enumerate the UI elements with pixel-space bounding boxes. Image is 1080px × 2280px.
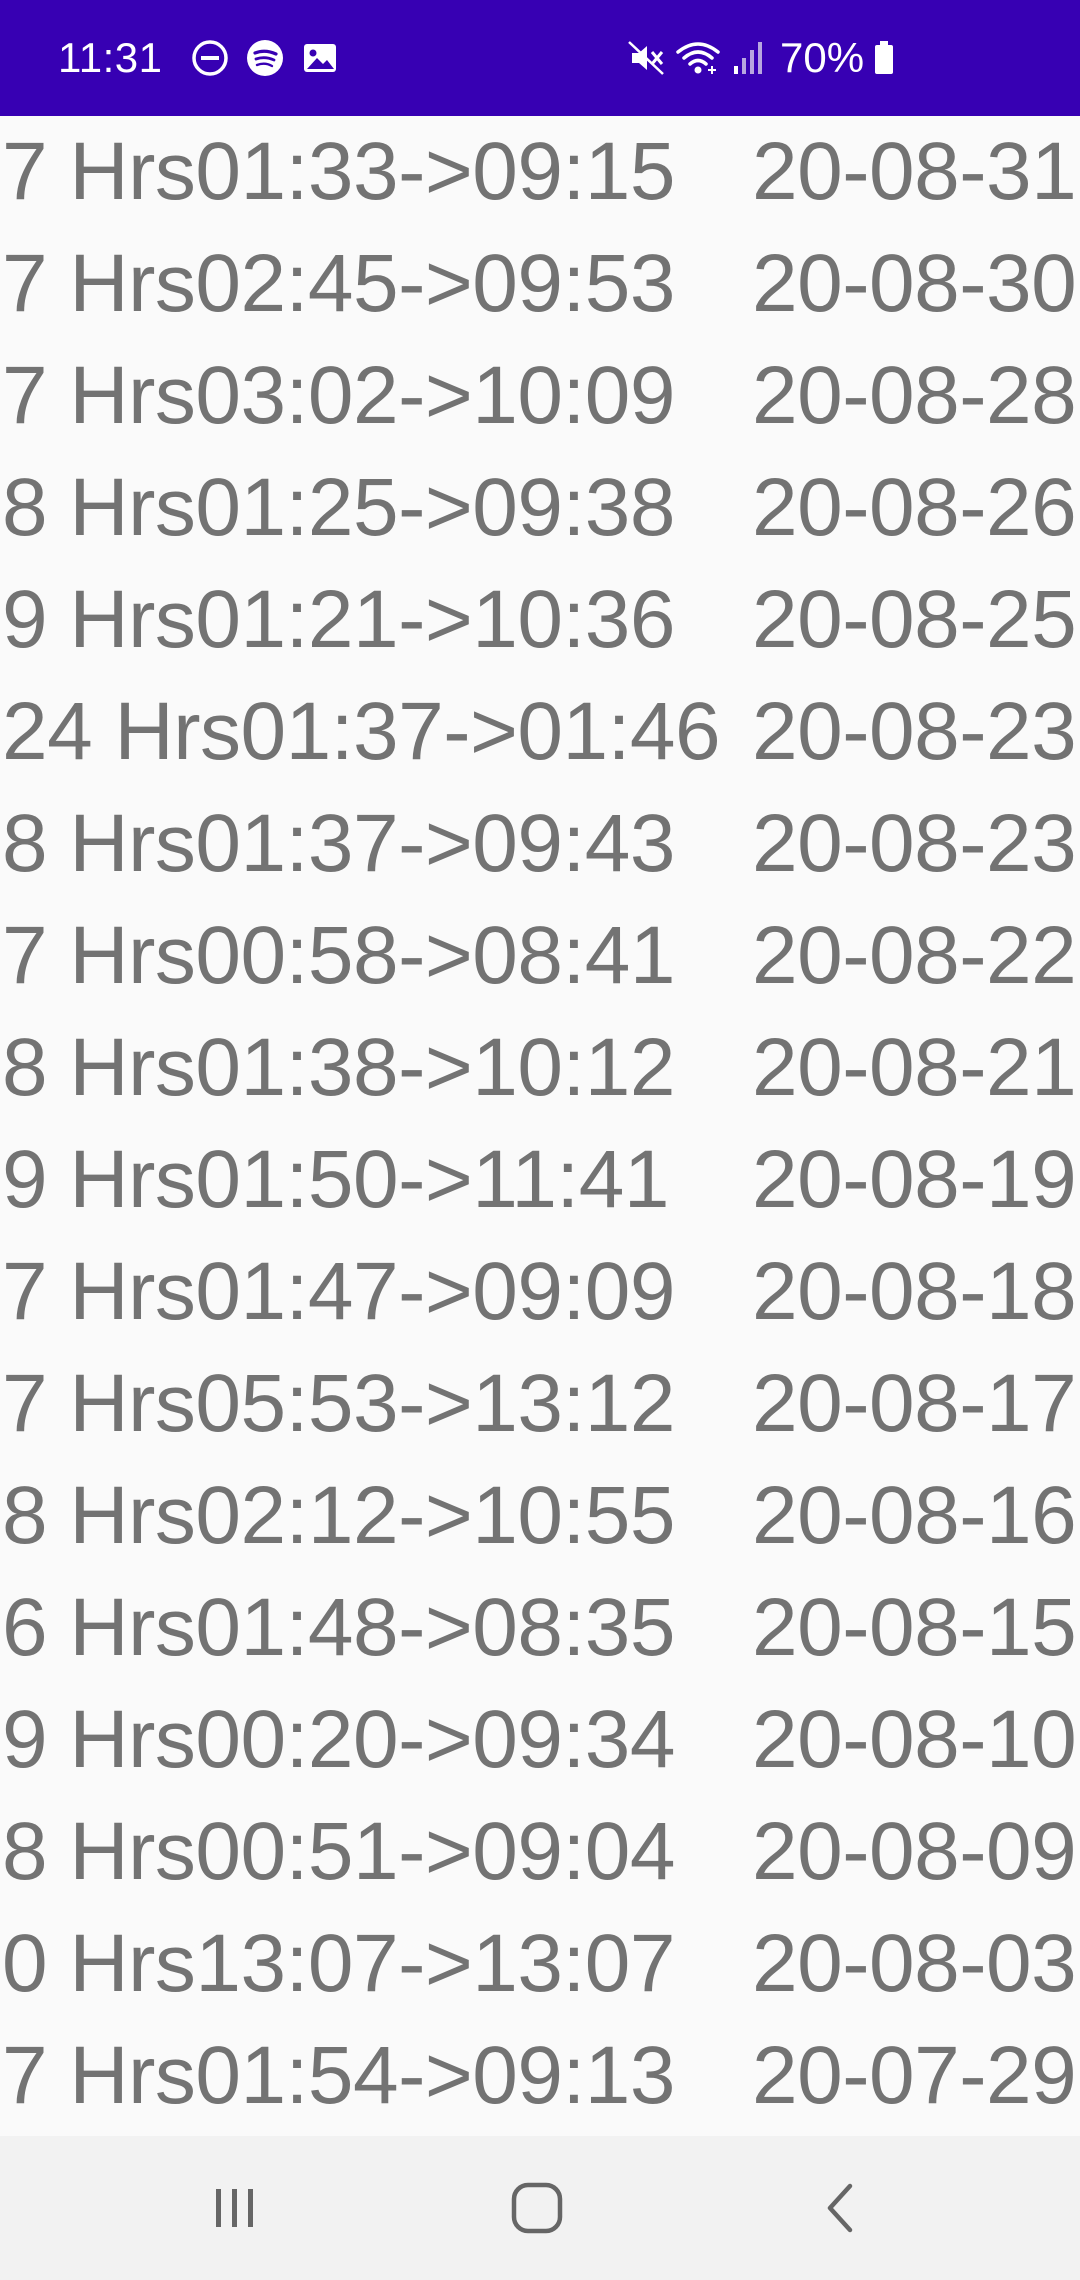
home-button[interactable] — [457, 2136, 617, 2280]
status-left: 11:31 — [58, 0, 339, 116]
sleep-duration-text: 7 Hrs05:53->13:12 — [2, 1358, 676, 1449]
status-time: 11:31 — [58, 34, 163, 81]
sleep-log-list[interactable]: 7 Hrs01:33->09:15 20-08-31 7 Hrs02:45->09:… — [0, 116, 1080, 2136]
list-item[interactable]: 24 Hrs01:37->01:46 20-08-23 — [0, 676, 1080, 788]
sleep-duration-text: 6 Hrs01:48->08:35 — [2, 1582, 676, 1673]
list-item[interactable]: 6 Hrs01:48->08:35 20-08-15 — [0, 1572, 1080, 1684]
sleep-date-text: 20-08-09 — [752, 1806, 1077, 1897]
list-item[interactable]: 8 Hrs01:37->09:43 20-08-23 — [0, 788, 1080, 900]
navigation-bar — [0, 2136, 1080, 2280]
sleep-duration-text: 9 Hrs01:50->11:41 — [2, 1134, 669, 1225]
sleep-date-text: 20-07-29 — [752, 2030, 1077, 2121]
back-button[interactable] — [760, 2136, 920, 2280]
list-item[interactable]: 8 Hrs01:38->10:12 20-08-21 — [0, 1012, 1080, 1124]
list-item[interactable]: 0 Hrs13:07->13:07 20-08-03 — [0, 1908, 1080, 2020]
list-item[interactable]: 8 Hrs02:12->10:55 20-08-16 — [0, 1460, 1080, 1572]
list-item[interactable]: 7 Hrs01:54->09:13 20-07-29 — [0, 2020, 1080, 2132]
sleep-date-text: 20-08-03 — [752, 1918, 1077, 2009]
sleep-date-text: 20-08-19 — [752, 1134, 1077, 1225]
list-item[interactable]: 9 Hrs00:20->09:34 20-08-10 — [0, 1684, 1080, 1796]
do-not-disturb-icon — [191, 39, 229, 77]
list-item[interactable]: 9 Hrs01:21->10:36 20-08-25 — [0, 564, 1080, 676]
list-item[interactable]: 7 Hrs00:58->08:41 20-08-22 — [0, 900, 1080, 1012]
list-item[interactable]: 7 Hrs01:33->09:15 20-08-31 — [0, 116, 1080, 228]
sleep-date-text: 20-08-30 — [752, 238, 1077, 329]
battery-percentage: 70% — [780, 34, 865, 81]
list-item[interactable]: 9 Hrs01:50->11:41 20-08-19 — [0, 1124, 1080, 1236]
sleep-duration-text: 7 Hrs00:58->08:41 — [2, 910, 676, 1001]
signal-icon — [730, 38, 766, 78]
sleep-duration-text: 24 Hrs01:37->01:46 — [2, 686, 721, 777]
sleep-date-text: 20-08-28 — [752, 350, 1077, 441]
status-right: 70% — [626, 0, 1080, 116]
sleep-duration-text: 7 Hrs01:47->09:09 — [2, 1246, 676, 1337]
sleep-duration-text: 8 Hrs01:25->09:38 — [2, 462, 676, 553]
sleep-duration-text: 9 Hrs00:20->09:34 — [2, 1694, 676, 1785]
sleep-duration-text: 8 Hrs01:38->10:12 — [2, 1022, 676, 1113]
sleep-duration-text: 0 Hrs13:07->13:07 — [2, 1918, 676, 2009]
sleep-date-text: 20-08-10 — [752, 1694, 1077, 1785]
list-item[interactable]: 7 Hrs01:47->09:09 20-08-18 — [0, 1236, 1080, 1348]
sleep-duration-text: 7 Hrs01:33->09:15 — [2, 126, 676, 217]
recent-apps-icon — [210, 2183, 260, 2233]
sleep-date-text: 20-08-22 — [752, 910, 1077, 1001]
sleep-date-text: 20-08-21 — [752, 1022, 1077, 1113]
back-icon — [820, 2180, 860, 2236]
status-bar: 11:31 70% — [0, 0, 1080, 116]
sleep-duration-text: 8 Hrs01:37->09:43 — [2, 798, 676, 889]
battery-icon — [872, 38, 896, 78]
sleep-duration-text: 7 Hrs03:02->10:09 — [2, 350, 676, 441]
sleep-duration-text: 8 Hrs00:51->09:04 — [2, 1806, 676, 1897]
home-icon — [509, 2180, 565, 2236]
gallery-icon — [301, 39, 339, 77]
wifi-icon — [674, 38, 722, 78]
recent-apps-button[interactable] — [155, 2136, 315, 2280]
list-item[interactable]: 7 Hrs02:45->09:53 20-08-30 — [0, 228, 1080, 340]
list-item[interactable]: 7 Hrs03:02->10:09 20-08-28 — [0, 340, 1080, 452]
list-item[interactable]: 7 Hrs05:53->13:12 20-08-17 — [0, 1348, 1080, 1460]
sleep-duration-text: 7 Hrs02:45->09:53 — [2, 238, 676, 329]
list-item[interactable]: 8 Hrs01:25->09:38 20-08-26 — [0, 452, 1080, 564]
sleep-date-text: 20-08-23 — [752, 686, 1077, 777]
list-item[interactable]: 8 Hrs00:51->09:04 20-08-09 — [0, 1796, 1080, 1908]
sleep-date-text: 20-08-17 — [752, 1358, 1077, 1449]
sleep-date-text: 20-08-26 — [752, 462, 1077, 553]
sleep-date-text: 20-08-31 — [752, 126, 1077, 217]
sleep-date-text: 20-08-23 — [752, 798, 1077, 889]
sleep-date-text: 20-08-16 — [752, 1470, 1077, 1561]
sleep-duration-text: 7 Hrs01:54->09:13 — [2, 2030, 676, 2121]
sleep-date-text: 20-08-25 — [752, 574, 1077, 665]
sleep-duration-text: 8 Hrs02:12->10:55 — [2, 1470, 676, 1561]
sleep-date-text: 20-08-15 — [752, 1582, 1077, 1673]
sleep-date-text: 20-08-18 — [752, 1246, 1077, 1337]
sleep-duration-text: 9 Hrs01:21->10:36 — [2, 574, 676, 665]
mute-icon — [626, 38, 666, 78]
spotify-icon — [245, 38, 285, 78]
